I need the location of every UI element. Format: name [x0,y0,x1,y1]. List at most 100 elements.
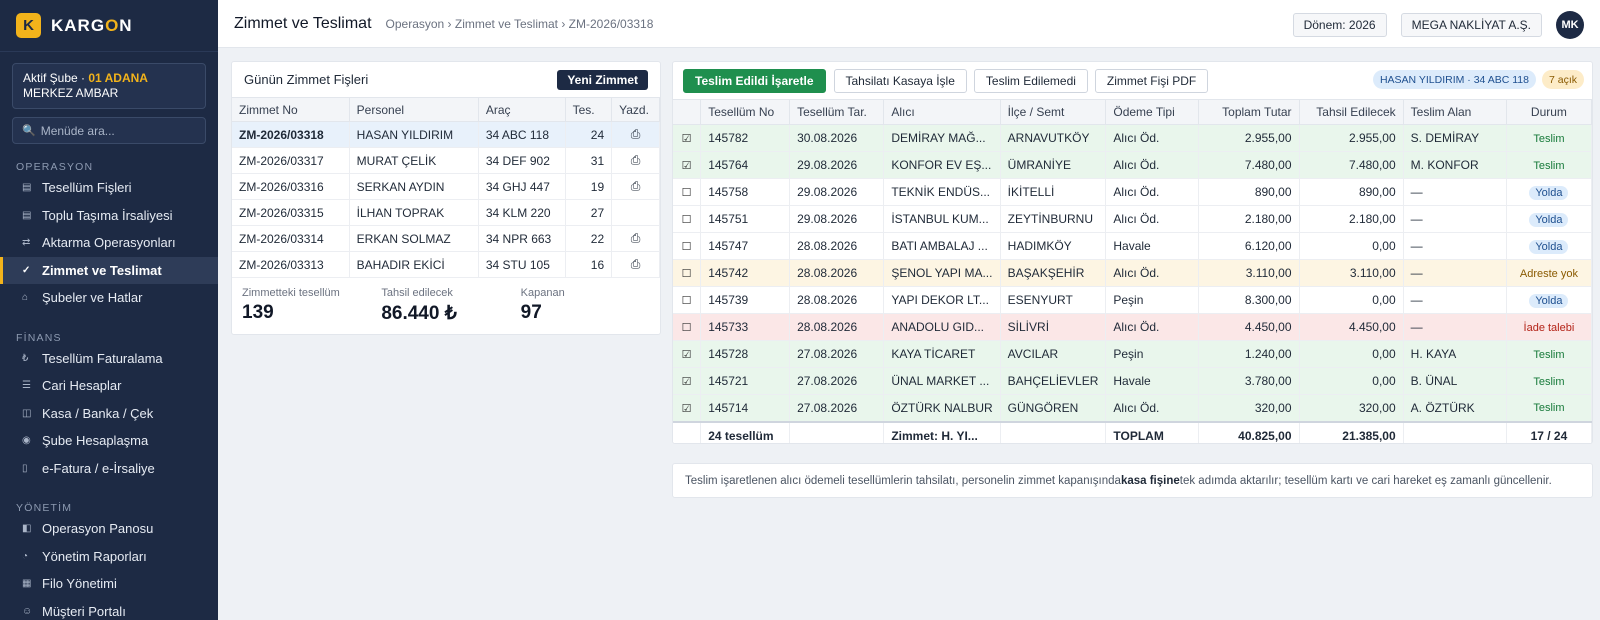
person-vehicle-badge: HASAN YILDIRIM · 34 ABC 118 [1372,70,1536,89]
col-yazd[interactable]: Yazd. [611,97,660,122]
zimmet-row[interactable]: ZM-2026/03313 BAHADIR EKİCİ 34 STU 105 16 ⎙ [232,251,660,278]
total-toplam: 40.825,00 [1198,420,1300,443]
sidebar-item-aktarma[interactable]: ⇄ Aktarma Operasyonları [0,229,218,257]
sidebar-item-tesellum-faturalama[interactable]: ₺ Tesellüm Faturalama [0,345,218,373]
delivery-row[interactable]: ☑ 145721 27.08.2026 ÜNAL MARKET ... BAHÇELİE… [673,367,1592,395]
sidebar-item-cari-hesaplar[interactable]: ☰ Cari Hesaplar [0,372,218,400]
toplam-tutar: 3.780,00 [1198,367,1300,395]
personel: ERKAN SOLMAZ [349,225,479,252]
col-tesellum-no[interactable]: Tesellüm No [700,99,791,125]
delivery-row[interactable]: ☑ 145728 27.08.2026 KAYA TİCARET AVCILAR Peşi… [673,340,1592,368]
col-teslim-alan[interactable]: Teslim Alan [1403,99,1507,125]
printer-icon: ⎙ [630,179,641,193]
col-arac[interactable]: Araç [478,97,566,122]
sidebar-item-filo-yonetimi[interactable]: ▦ Filo Yönetimi [0,570,218,598]
delivery-row[interactable]: ☐ 145751 29.08.2026 İSTANBUL KUM... ZEYTİNBU… [673,205,1592,233]
col-tesellum-tar[interactable]: Tesellüm Tar. [789,99,885,125]
row-checkbox[interactable]: ☑ [682,133,692,145]
sidebar-item-kasa-banka-cek[interactable]: ◫ Kasa / Banka / Çek [0,400,218,428]
teslim-alan: — [1403,286,1507,314]
tesellum-no: 145721 [700,367,791,395]
tesellum-no: 145733 [700,313,791,341]
tahsil-edilecek: 3.110,00 [1299,259,1404,287]
tahsil-edilecek: 0,00 [1299,232,1404,260]
row-checkbox[interactable]: ☑ [682,376,692,388]
sidebar-item-e-fatura[interactable]: ▯ e-Fatura / e-İrsaliye [0,455,218,483]
odeme-tipi: Alıcı Öd. [1105,259,1199,287]
not-delivered-button[interactable]: Teslim Edilemedi [973,68,1088,93]
tahsil-edilecek: 7.480,00 [1299,151,1404,179]
col-personel[interactable]: Personel [349,97,479,122]
status-badge: İade talebi [1523,321,1575,334]
col-odeme[interactable]: Ödeme Tipi [1105,99,1199,125]
col-durum[interactable]: Durum [1506,99,1592,125]
topbar: Zimmet ve Teslimat Operasyon › Zimmet ve… [218,0,1600,48]
row-checkbox[interactable]: ☐ [682,295,692,307]
tes-count: 27 [565,199,613,226]
sidebar-item-sube-hesaplasma[interactable]: ◉ Şube Hesaplaşma [0,427,218,455]
sidebar-item-musteri-portali[interactable]: ☺ Müşteri Portalı [0,598,218,620]
active-branch[interactable]: Aktif Şube · 01 ADANA MERKEZ AMBAR [12,63,206,109]
tahsil-edilecek: 2.180,00 [1299,205,1404,233]
row-checkbox[interactable]: ☑ [682,160,692,172]
sidebar-item-subeler-hatlar[interactable]: ⌂ Şubeler ve Hatlar [0,284,218,312]
brand-logo[interactable]: K KARGON [0,0,218,52]
row-checkbox[interactable]: ☑ [682,403,692,415]
sidebar-item-zimmet-teslimat[interactable]: ✓ Zimmet ve Teslimat [0,256,218,284]
teslim-alan: — [1403,205,1507,233]
breadcrumb[interactable]: Operasyon › Zimmet ve Teslimat › ZM-2026… [386,17,654,31]
sidebar-item-toplu-tasima[interactable]: ▤ Toplu Taşıma İrsaliyesi [0,202,218,230]
row-checkbox[interactable]: ☐ [682,268,692,280]
tesellum-tarih: 30.08.2026 [789,124,885,152]
new-zimmet-button[interactable]: Yeni Zimmet [557,69,648,90]
stat-zimmetteki: Zimmetteki tesellüm 139 [242,287,340,323]
col-zimmet-no[interactable]: Zimmet No [232,97,350,122]
mark-delivered-button[interactable]: Teslim Edildi İşaretle [683,68,826,93]
delivery-row[interactable]: ☐ 145742 28.08.2026 ŞENOL YAPI MA... BAŞAKŞE… [673,259,1592,287]
zimmet-stats: Zimmetteki tesellüm 139 Tahsil edilecek 86… [232,278,660,325]
alici: ÖZTÜRK NALBUR [883,394,1001,422]
zimmet-row[interactable]: ZM-2026/03317 MURAT ÇELİK 34 DEF 902 31 ⎙ [232,147,660,174]
row-checkbox[interactable]: ☑ [682,349,692,361]
delivery-row[interactable]: ☑ 145782 30.08.2026 DEMİRAY MAĞ... ARNAVUTKÖ… [673,124,1592,152]
ilce: AVCILAR [1000,340,1107,368]
section-title-finans: FİNANS [16,331,62,344]
tes-count: 16 [565,251,613,278]
sidebar-item-yonetim-raporlari[interactable]: ◔ Yönetim Raporları [0,543,218,571]
post-to-cash-button[interactable]: Tahsilatı Kasaya İşle [833,68,967,93]
row-checkbox[interactable]: ☐ [682,187,692,199]
zimmet-pdf-button[interactable]: Zimmet Fişi PDF [1094,68,1209,93]
zimmet-row[interactable]: ZM-2026/03315 İLHAN TOPRAK 34 KLM 220 27 [232,199,660,226]
col-tahsil[interactable]: Tahsil Edilecek [1299,99,1404,125]
toplam-tutar: 8.300,00 [1198,286,1300,314]
zimmet-row[interactable]: ZM-2026/03316 SERKAN AYDIN 34 GHJ 447 19 ⎙ [232,173,660,200]
row-checkbox[interactable]: ☐ [682,214,692,226]
row-checkbox[interactable]: ☐ [682,241,692,253]
delivery-row[interactable]: ☐ 145758 29.08.2026 TEKNİK ENDÜS... İKİTELLİ… [673,178,1592,206]
printer-icon: ⎙ [630,153,641,167]
period-selector[interactable]: Dönem: 2026 [1292,13,1387,37]
menu-search-input[interactable]: 🔍 Menüde ara... [12,117,206,144]
delivery-row[interactable]: ☐ 145747 28.08.2026 BATI AMBALAJ ... HADIMKÖ… [673,232,1592,260]
delivery-row[interactable]: ☑ 145714 27.08.2026 ÖZTÜRK NALBUR GÜNGÖREN Al… [673,394,1592,422]
delivery-row[interactable]: ☐ 145739 28.08.2026 YAPI DEKOR LT... ESENYUR… [673,286,1592,314]
teslim-alan: — [1403,178,1507,206]
col-tes[interactable]: Tes. [565,97,613,122]
zimmet-row[interactable]: ZM-2026/03318 HASAN YILDIRIM 34 ABC 118 24 ⎙ [232,121,660,148]
zimmet-row[interactable]: ZM-2026/03314 ERKAN SOLMAZ 34 NPR 663 22 ⎙ [232,225,660,252]
delivery-row[interactable]: ☐ 145733 28.08.2026 ANADOLU GID... SİLİVRİ Al… [673,313,1592,341]
avatar[interactable]: MK [1556,11,1584,39]
sidebar-item-operasyon-panosu[interactable]: ◧ Operasyon Panosu [0,515,218,543]
personel: MURAT ÇELİK [349,147,479,174]
company-selector[interactable]: MEGA NAKLİYAT A.Ş. [1400,13,1542,37]
delivery-row[interactable]: ☑ 145764 29.08.2026 KONFOR EV EŞ... ÜMRANİYE… [673,151,1592,179]
tahsil-edilecek: 0,00 [1299,367,1404,395]
col-alici[interactable]: Alıcı [883,99,1001,125]
col-ilce[interactable]: İlçe / Semt [1000,99,1107,125]
zimmet-no: ZM-2026/03317 [232,147,350,174]
row-checkbox[interactable]: ☐ [682,322,692,334]
sidebar-item-tesellum-fisleri[interactable]: ▤ Tesellüm Fişleri [0,174,218,202]
section-title-operasyon: OPERASYON [16,161,94,173]
col-toplam[interactable]: Toplam Tutar [1198,99,1300,125]
status-badge: Teslim [1533,402,1565,415]
